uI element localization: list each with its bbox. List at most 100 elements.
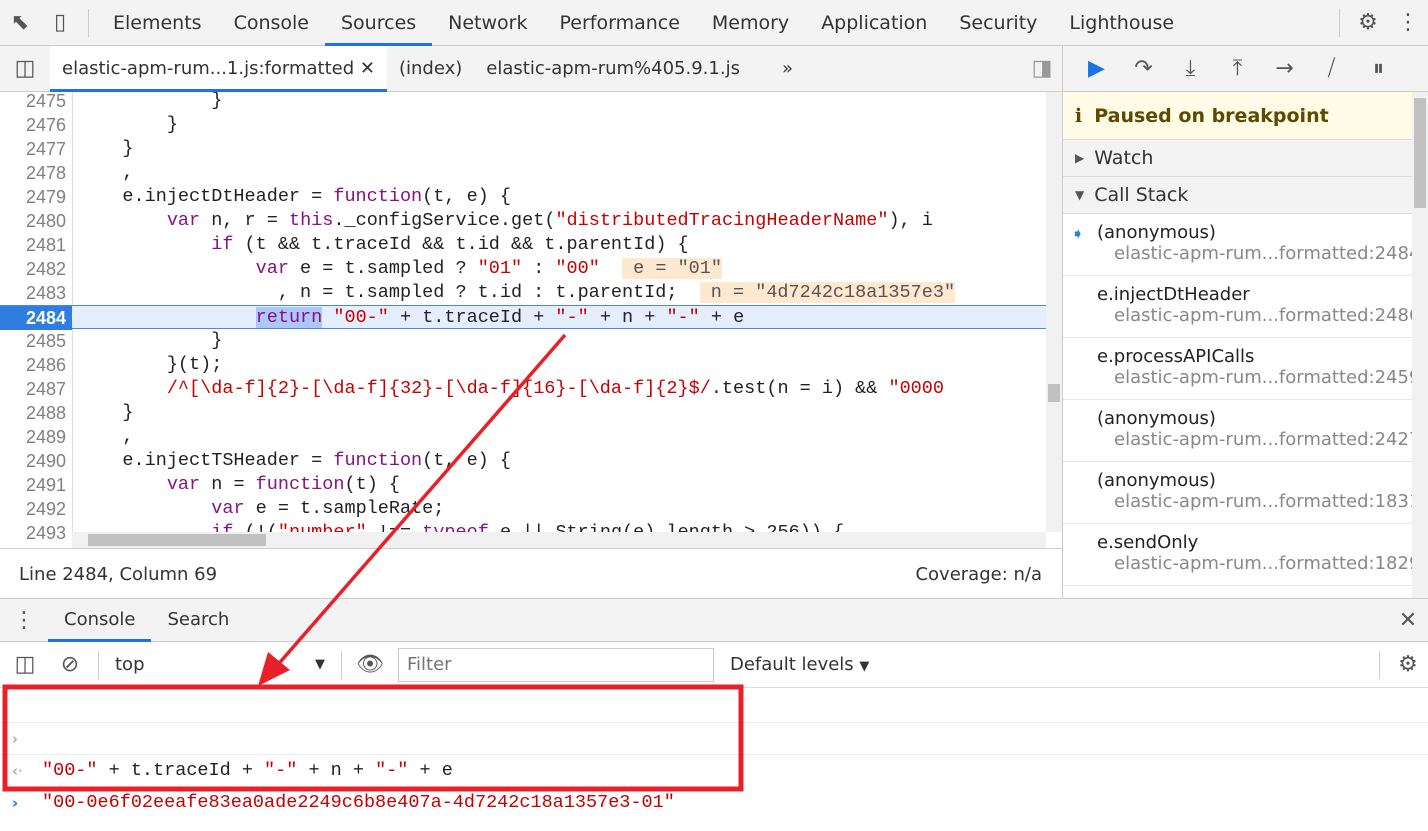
code-line: 2479 e.injectDtHeader = function(t, e) { [0,185,1046,209]
cursor-position: Line 2484, Column 69 [19,564,218,585]
frame-location[interactable]: elastic-apm-rum...formatted:1829 [1097,553,1413,574]
line-number[interactable]: 2483 [0,281,66,305]
code-token: if [211,234,234,255]
resume-icon[interactable]: ▶︎ [1073,56,1120,81]
console-sidebar-icon[interactable]: ◫ [0,642,50,688]
line-number[interactable]: 2478 [0,161,66,185]
line-number[interactable]: 2486 [0,353,66,377]
tab-console[interactable]: Console [218,0,325,46]
sidebar-scrollbar[interactable] [1412,92,1428,598]
line-number[interactable]: 2479 [0,185,66,209]
line-number[interactable]: 2481 [0,233,66,257]
close-drawer-icon[interactable]: ✕ [1388,597,1428,643]
vertical-scrollbar[interactable] [1046,92,1062,532]
log-levels-dropdown[interactable]: Default levels ▼ [730,654,869,675]
code-token: e.injectTSHeader = [78,450,334,471]
device-toolbar-icon[interactable]: ▯ [40,0,80,46]
call-stack-section[interactable]: ▼ Call Stack [1063,177,1413,214]
tab-security[interactable]: Security [943,0,1053,46]
line-number[interactable]: 2476 [0,113,66,137]
gear-icon[interactable]: ⚙ [1348,0,1388,46]
line-number[interactable]: 2493 [0,521,66,545]
call-frame[interactable]: e.injectDtHeader elastic-apm-rum...format… [1063,276,1413,338]
line-number[interactable]: 2489 [0,425,66,449]
code-line: 2480 var n, r = this._configService.get(… [0,209,1046,233]
filter-input[interactable] [398,647,714,682]
toggle-debugger-icon[interactable]: ◨ [1022,46,1062,92]
frame-location[interactable]: elastic-apm-rum...formatted:2427 [1097,429,1413,450]
step-into-icon[interactable]: ⤓ [1167,56,1214,81]
line-number[interactable]: 2487 [0,377,66,401]
code-text: /^[\da-f]{2}-[\da-f]{32}-[\da-f]{16}-[\d… [78,377,944,401]
coverage-status[interactable]: Coverage: n/a [915,564,1042,585]
line-number[interactable]: 2484 [0,306,72,330]
context-selector[interactable]: top ▼ [107,654,333,676]
code-editor[interactable]: 2475 } 2476 } 2477 } 2478 , 2479 e.injectDtH… [0,92,1062,548]
code-text: , n = t.sampled ? t.id : t.parentId; n =… [78,281,956,305]
call-frame[interactable]: (anonymous) elastic-apm-rum...formatted:2… [1063,400,1413,462]
step-over-icon[interactable]: ↷ [1120,56,1167,81]
more-tabs-button[interactable]: » [752,46,805,92]
line-number[interactable]: 2491 [0,473,66,497]
line-number[interactable]: 2475 [0,92,66,113]
inline-value: e = "01" [622,258,722,279]
file-tabs: ◫ elastic-apm-rum...1.js:formatted ✕ (ind… [0,45,1062,92]
tab-application[interactable]: Application [805,0,943,46]
tab-lighthouse[interactable]: Lighthouse [1053,0,1190,46]
watch-section[interactable]: ▶ Watch [1063,140,1413,177]
frame-location[interactable]: elastic-apm-rum...formatted:2484 [1097,243,1413,264]
prompt-chevron-icon: › [12,794,19,812]
inspect-element-icon[interactable]: ⬉ [0,0,40,46]
horizontal-scrollbar[interactable] [72,532,1046,548]
call-frame[interactable]: e.sendOnly elastic-apm-rum...formatted:18… [1063,524,1413,586]
line-number[interactable]: 2492 [0,497,66,521]
drawer-tab-search[interactable]: Search [151,598,245,642]
frame-location[interactable]: elastic-apm-rum...formatted:2486 [1097,305,1413,326]
frame-location[interactable]: elastic-apm-rum...formatted:1831 [1097,491,1413,512]
call-frame[interactable]: (anonymous) elastic-apm-rum...formatted:1… [1063,462,1413,524]
tab-sources[interactable]: Sources [325,0,433,46]
tab-performance[interactable]: Performance [544,0,696,46]
drawer-tab-console[interactable]: Console [48,598,152,642]
line-number[interactable]: 2482 [0,257,66,281]
live-expression-eye-icon[interactable]: 👁 [350,642,390,688]
drawer-menu-icon[interactable]: ⋮ [0,597,48,643]
more-menu-icon[interactable]: ⋮ [1388,0,1428,46]
code-text: } [78,401,133,425]
code-line: 2487 /^[\da-f]{2}-[\da-f]{32}-[\da-f]{16… [0,377,1046,401]
line-number[interactable]: 2480 [0,209,66,233]
console-settings-gear-icon[interactable]: ⚙ [1388,642,1428,688]
call-frame[interactable]: e.processAPICalls elastic-apm-rum...forma… [1063,338,1413,400]
tab-elements[interactable]: Elements [97,0,218,46]
result-value[interactable]: "00-0e6f02eeafe83ea0ade2249c6b8e407a-4d7… [42,787,675,819]
code-token: n = [200,474,256,495]
code-token: n, r = [200,210,289,231]
code-text: return "00-" + t.traceId + "-" + n + "-"… [78,306,744,330]
code-line: 2476 } [0,113,1046,137]
console-input-message: › "00-" + t.traceId + "-" + n + "-" + e [0,691,1428,781]
frame-location[interactable]: elastic-apm-rum...formatted:2459 [1097,367,1413,388]
info-icon: ℹ [1075,104,1083,127]
tab-memory[interactable]: Memory [696,0,805,46]
file-tab[interactable]: elastic-apm-rum...1.js:formatted ✕ [50,45,387,92]
tab-network[interactable]: Network [432,0,543,46]
line-number[interactable]: 2477 [0,137,66,161]
console-prompt[interactable]: › [0,755,1428,812]
step-icon[interactable]: → [1261,56,1308,81]
toggle-navigator-icon[interactable]: ◫ [0,46,50,92]
file-tab[interactable]: elastic-apm-rum%405.9.1.js [474,46,752,92]
code-token: , n = t.sampled ? t.id : t.parentId; [78,282,700,303]
deactivate-breakpoints-icon[interactable]: ⧸ [1308,56,1355,81]
file-tab-label: elastic-apm-rum...1.js:formatted [62,57,355,79]
file-tab[interactable]: (index) [387,46,474,92]
clear-console-icon[interactable]: ⊘ [50,642,90,688]
line-number[interactable]: 2485 [0,329,66,353]
line-number[interactable]: 2490 [0,449,66,473]
step-out-icon[interactable]: ⤒ [1214,56,1261,81]
pause-on-exceptions-icon[interactable]: ⏸ [1355,56,1402,81]
close-tab-icon[interactable]: ✕ [354,58,375,79]
code-token: /^[\da-f]{2}-[\da-f]{32}-[\da-f]{16}-[\d… [166,378,711,399]
call-frame[interactable]: ➧ (anonymous) elastic-apm-rum...formatted:… [1063,214,1413,276]
line-number[interactable]: 2488 [0,401,66,425]
